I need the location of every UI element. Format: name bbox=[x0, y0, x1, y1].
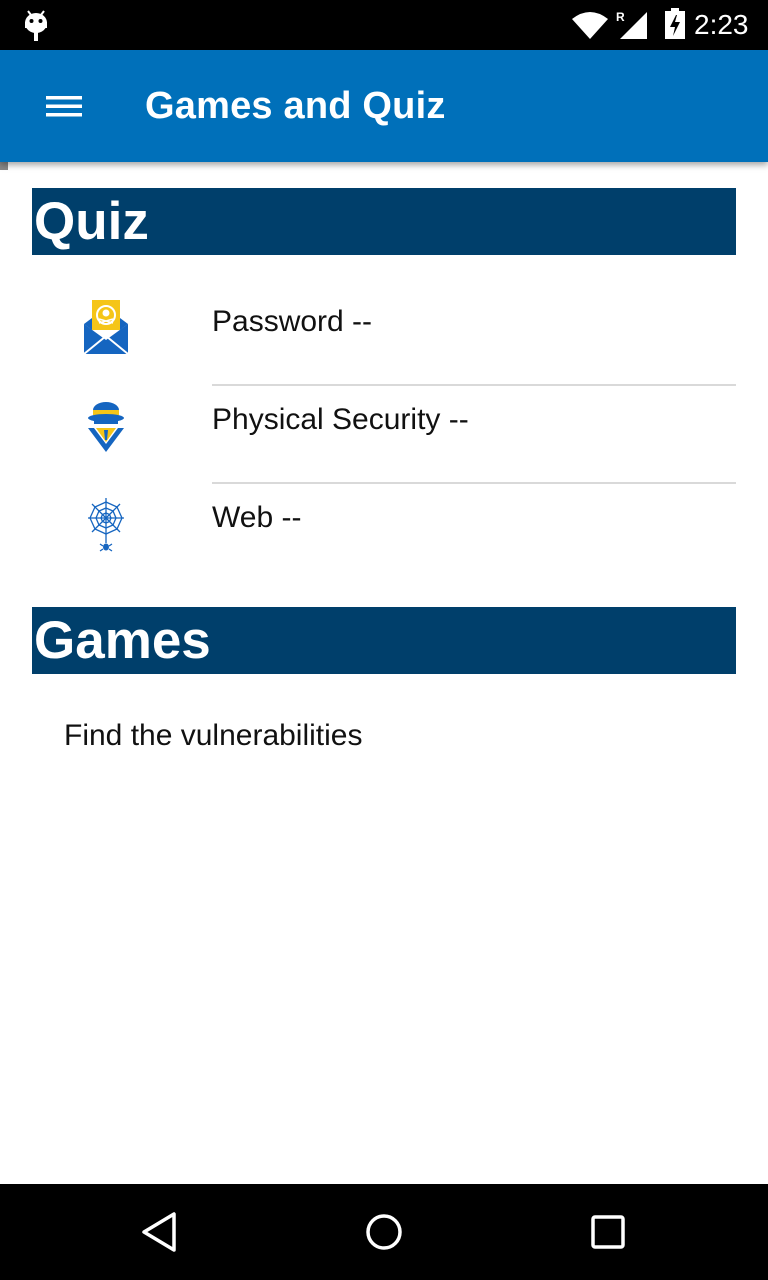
quiz-item-label: Web -- bbox=[212, 501, 302, 534]
hamburger-menu-icon[interactable] bbox=[40, 88, 88, 124]
games-section-header: Games bbox=[32, 607, 736, 674]
quiz-item-label: Password -- bbox=[212, 305, 373, 338]
spider-web-icon bbox=[88, 498, 124, 552]
quiz-item-label: Physical Security -- bbox=[212, 403, 469, 436]
game-item-label: Find the vulnerabilities bbox=[64, 719, 363, 752]
quiz-item-password[interactable]: Password -- bbox=[32, 288, 736, 386]
network-indicator: R bbox=[616, 10, 625, 24]
quiz-section-header: Quiz bbox=[32, 188, 736, 255]
envelope-skull-icon bbox=[83, 300, 129, 355]
status-bar: R 2:23 bbox=[0, 0, 768, 50]
page-title: Games and Quiz bbox=[145, 85, 446, 127]
quiz-header-label: Quiz bbox=[34, 192, 149, 251]
recents-icon[interactable] bbox=[584, 1210, 632, 1254]
shadow-corner bbox=[0, 162, 8, 170]
quiz-item-physical-security[interactable]: Physical Security -- bbox=[32, 386, 736, 484]
quiz-item-web[interactable]: Web -- bbox=[32, 484, 736, 582]
wifi-icon bbox=[572, 12, 608, 39]
games-header-label: Games bbox=[34, 611, 211, 670]
android-icon bbox=[25, 10, 47, 41]
app-bar: Games and Quiz bbox=[0, 50, 768, 162]
signal-icon: R bbox=[616, 10, 647, 39]
status-clock: 2:23 bbox=[694, 9, 749, 40]
game-item-find-vulnerabilities[interactable]: Find the vulnerabilities bbox=[32, 712, 736, 768]
battery-charging-icon bbox=[665, 8, 685, 39]
home-icon[interactable] bbox=[360, 1210, 408, 1254]
navigation-bar bbox=[0, 1184, 768, 1280]
back-icon[interactable] bbox=[136, 1210, 184, 1254]
spy-agent-icon bbox=[88, 402, 124, 452]
